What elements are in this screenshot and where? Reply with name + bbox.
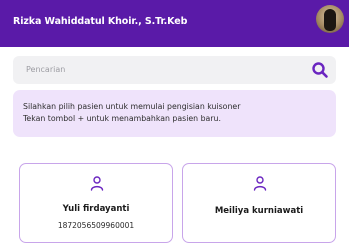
patient-name: Meiliya kurniawati xyxy=(214,206,304,216)
search-icon[interactable] xyxy=(310,60,330,80)
user-name-title: Rizka Wahiddatul Khoir., S.Tr.Keb xyxy=(13,16,188,27)
avatar[interactable] xyxy=(316,5,344,33)
search-input[interactable]: Pencarian xyxy=(26,65,65,74)
patient-card[interactable]: Yuli firdayanti 1872056509960001 xyxy=(19,163,173,243)
patient-card[interactable]: Meiliya kurniawati xyxy=(182,163,336,243)
patient-id: 1872056509960001 xyxy=(57,221,135,230)
info-text-line-2: Tekan tombol + untuk menambahkan pasien … xyxy=(23,114,221,123)
info-text-line-1: Silahkan pilih pasien untuk memulai peng… xyxy=(23,102,241,111)
search-bar[interactable]: Pencarian xyxy=(13,56,336,84)
patient-name: Yuli firdayanti xyxy=(62,204,130,214)
app-bar: Rizka Wahiddatul Khoir., S.Tr.Keb xyxy=(0,0,349,47)
person-icon xyxy=(90,176,104,191)
person-icon xyxy=(253,176,267,191)
avatar-figure xyxy=(324,9,336,31)
info-banner: Silahkan pilih pasien untuk memulai peng… xyxy=(13,90,336,137)
